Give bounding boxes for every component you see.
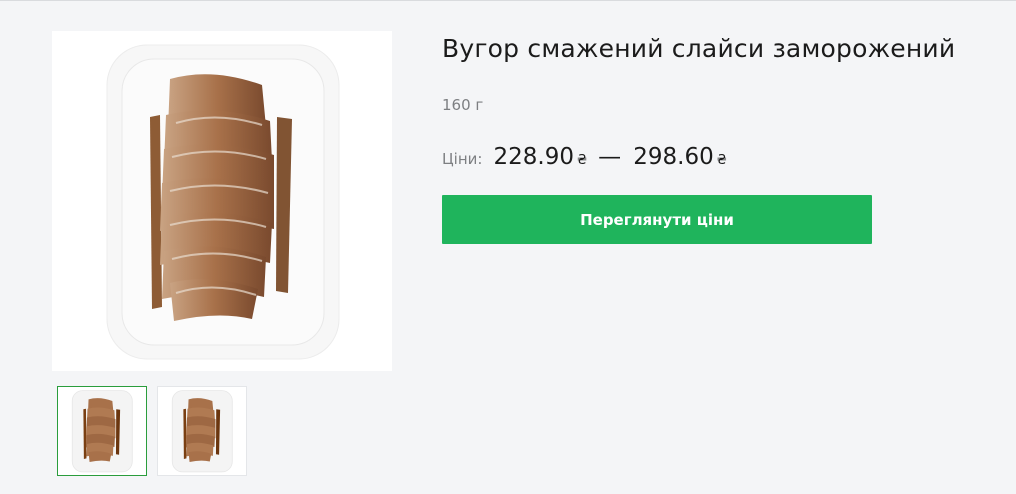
thumbnail-1[interactable] (57, 386, 147, 476)
thumbnail-2[interactable] (157, 386, 247, 476)
eel-tray-thumbnail (171, 390, 233, 473)
product-page: Вугор смажений слайси заморожений 160 г … (0, 0, 1016, 494)
product-main-image[interactable] (52, 31, 392, 371)
product-weight: 160 г (442, 96, 484, 114)
eel-tray-thumbnail (71, 390, 133, 473)
view-prices-button[interactable]: Переглянути ціни (442, 195, 872, 244)
price-max: 298.60 (633, 144, 714, 170)
divider (0, 0, 1016, 1)
eel-tray-photo (106, 44, 340, 360)
prices-label: Ціни: (442, 150, 483, 168)
price-min: 228.90 (493, 144, 575, 170)
currency-symbol: ₴ (577, 153, 588, 168)
product-title: Вугор смажений слайси заморожений (442, 34, 956, 63)
price-separator: — (598, 144, 622, 170)
currency-symbol: ₴ (716, 153, 727, 168)
price-range: Ціни: 228.90 ₴ — 298.60 ₴ (442, 144, 727, 170)
